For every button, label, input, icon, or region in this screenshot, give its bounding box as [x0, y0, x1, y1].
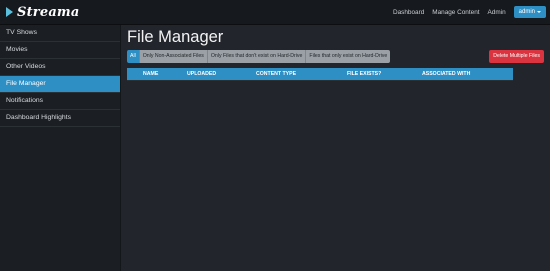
column-header-content-type[interactable]: CONTENT TYPE	[256, 68, 296, 80]
play-icon	[6, 7, 13, 17]
column-header-associated-with[interactable]: ASSOCIATED WITH	[422, 68, 470, 80]
sidebar-item-tv-shows[interactable]: TV Shows	[0, 25, 120, 42]
column-header-uploaded[interactable]: UPLOADED	[187, 68, 216, 80]
filter-only-on-disk-button[interactable]: Files that only exist on Hard-Drive	[306, 50, 391, 63]
top-nav-links: Dashboard Manage Content Admin admin	[393, 3, 546, 21]
caret-down-icon	[537, 11, 541, 13]
page-title: File Manager	[127, 28, 224, 46]
sidebar-item-dashboard-highlights[interactable]: Dashboard Highlights	[0, 110, 120, 127]
top-navbar: Streama Dashboard Manage Content Admin a…	[0, 0, 550, 25]
user-menu-label: admin	[518, 9, 535, 15]
filter-all-button[interactable]: All	[127, 50, 140, 63]
brand-logo[interactable]: Streama	[6, 4, 80, 20]
sidebar-item-file-manager[interactable]: File Manager	[0, 76, 120, 93]
sidebar-item-other-videos[interactable]: Other Videos	[0, 59, 120, 76]
nav-admin-link[interactable]: Admin	[488, 9, 506, 16]
brand-name: Streama	[17, 4, 80, 20]
user-menu-button[interactable]: admin	[513, 6, 546, 18]
table-header: NAME UPLOADED CONTENT TYPE FILE EXISTS? …	[127, 68, 513, 80]
delete-multiple-files-button[interactable]: Delete Multiple Files	[489, 50, 544, 63]
filter-missing-on-disk-button[interactable]: Only Files that don't exist on Hard-Driv…	[207, 50, 307, 63]
nav-manage-content-link[interactable]: Manage Content	[432, 9, 479, 16]
column-header-name[interactable]: NAME	[143, 68, 158, 80]
filter-button-group: All Only Non-Associated Files Only Files…	[127, 50, 391, 63]
table-divider	[127, 80, 513, 81]
sidebar: TV Shows Movies Other Videos File Manage…	[0, 25, 121, 271]
sidebar-item-notifications[interactable]: Notifications	[0, 93, 120, 110]
filter-non-associated-button[interactable]: Only Non-Associated Files	[139, 50, 208, 63]
nav-dashboard-link[interactable]: Dashboard	[393, 9, 424, 16]
column-header-file-exists[interactable]: FILE EXISTS?	[347, 68, 381, 80]
sidebar-item-movies[interactable]: Movies	[0, 42, 120, 59]
